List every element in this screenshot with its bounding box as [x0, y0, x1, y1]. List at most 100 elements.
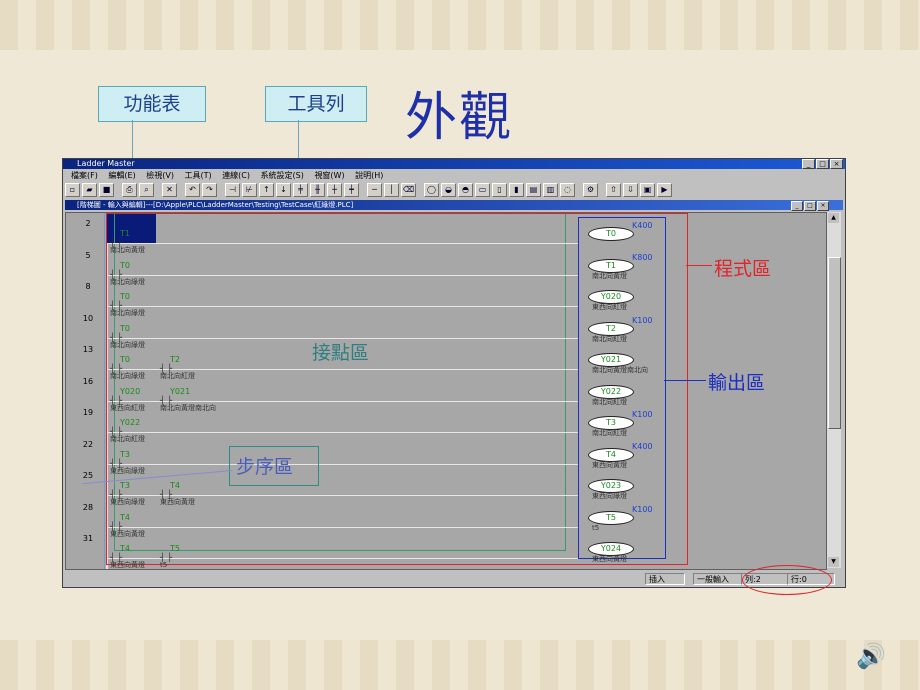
delete-icon[interactable]: ✕ — [162, 183, 177, 197]
redo-icon[interactable]: ↷ — [202, 183, 217, 197]
menu-help[interactable]: 說明(H) — [355, 171, 383, 180]
menu-settings[interactable]: 系統設定(S) — [261, 171, 304, 180]
run-icon[interactable]: ▶ — [657, 183, 672, 197]
ladder-contact[interactable]: Y020 ┤ ├ 東西向紅燈 — [110, 387, 145, 412]
ladder-contact[interactable]: Y021 ┤ ├ 南北向黃燈南北向 — [160, 387, 216, 412]
contact-comment: t5 — [160, 561, 168, 569]
coil-comment: 東西向綠燈 — [592, 492, 627, 500]
speaker-icon[interactable]: 🔊 — [856, 642, 886, 670]
ladder-contact[interactable]: T3 ┤ ├ 東西向綠燈 — [110, 481, 145, 506]
horizontal-line-icon[interactable]: ─ — [367, 183, 382, 197]
output-coil[interactable]: T5 — [588, 510, 634, 525]
output-coil[interactable]: T3 — [588, 416, 634, 430]
menu-bar: 檔案(F) 編輯(E) 檢視(V) 工具(T) 連線(C) 系統設定(S) 視窗… — [63, 170, 845, 181]
timer-constant: K100 — [632, 410, 653, 419]
status-mode: 插入 — [645, 573, 685, 585]
timer-icon[interactable]: ▯ — [492, 183, 507, 197]
ladder-contact[interactable]: T4 ┤ ├ 東西向黃燈 — [160, 481, 195, 506]
contact-comment: 東西向黃燈 — [110, 529, 145, 538]
top-decorative-border — [0, 0, 920, 50]
maximize-button[interactable]: □ — [816, 159, 829, 169]
ladder-contact[interactable]: T0 ┤ ├ 南北向綠燈 — [110, 324, 145, 349]
ladder-contact[interactable]: T0 ┤ ├ 南北向綠燈 — [110, 292, 145, 317]
ladder-contact[interactable]: T1 ┤ ├ 南北向黃燈 — [110, 229, 145, 254]
erase-line-icon[interactable]: ⌫ — [401, 183, 416, 197]
contact-device: T3 — [120, 449, 130, 459]
output-coil[interactable]: Y024 — [588, 542, 634, 556]
vertical-line-icon[interactable]: │ — [384, 183, 399, 197]
ladder-contact[interactable]: T3 ┤ ├ 東西向綠燈 — [110, 450, 145, 475]
compile-icon[interactable]: ⚙ — [583, 183, 598, 197]
contact-device: T3 — [120, 481, 130, 490]
ladder-contact[interactable]: T4 ┤ ├ 東西向黃燈 — [110, 544, 145, 569]
doc-close-button[interactable]: × — [817, 201, 829, 211]
parallel-fall-icon[interactable]: ┿ — [344, 183, 359, 197]
doc-minimize-button[interactable]: _ — [791, 201, 803, 211]
contact-rise-icon[interactable]: ↑ — [259, 183, 274, 197]
program-area-leader — [686, 265, 712, 266]
save-icon[interactable]: ■ — [99, 183, 114, 197]
parallel-no-icon[interactable]: ╪ — [293, 183, 308, 197]
ladder-contact[interactable]: T0 ┤ ├ 南北向綠燈 — [110, 355, 145, 380]
monitor-icon[interactable]: ▣ — [640, 183, 655, 197]
rung-line — [108, 463, 578, 465]
menu-edit[interactable]: 編輯(E) — [108, 171, 135, 180]
contact-comment: 南北向紅燈 — [160, 372, 195, 380]
move-icon[interactable]: ▥ — [543, 183, 558, 197]
coil-icon[interactable]: ◯ — [424, 183, 439, 197]
output-coil[interactable]: T0 — [588, 227, 634, 241]
menu-tools[interactable]: 工具(T) — [185, 171, 212, 180]
doc-maximize-button[interactable]: □ — [804, 201, 816, 211]
new-file-icon[interactable]: ▫ — [65, 183, 80, 197]
contact-comment: 東西向綠燈 — [110, 498, 145, 506]
contact-device: T4 — [120, 512, 130, 522]
menu-view[interactable]: 檢視(V) — [146, 171, 174, 180]
scroll-down-icon[interactable]: ▼ — [828, 557, 839, 567]
output-coil[interactable]: T2 — [588, 321, 634, 336]
menu-window[interactable]: 視窗(W) — [314, 171, 344, 180]
print-icon[interactable]: ⎙ — [122, 183, 137, 197]
output-coil[interactable]: T1 — [588, 258, 634, 273]
close-button[interactable]: × — [830, 159, 843, 169]
output-coil[interactable]: Y021 — [588, 353, 634, 367]
minimize-button[interactable]: _ — [802, 159, 815, 169]
scroll-thumb[interactable] — [828, 257, 841, 429]
contact-nc-icon[interactable]: ⊬ — [242, 183, 257, 197]
undo-icon[interactable]: ↶ — [185, 183, 200, 197]
output-coil[interactable]: Y022 — [588, 384, 634, 399]
function-block-icon[interactable]: ▭ — [475, 183, 490, 197]
menu-connect[interactable]: 連線(C) — [222, 171, 250, 180]
output-coil[interactable]: Y023 — [588, 479, 634, 493]
ladder-contact[interactable]: T0 ┤ ├ 南北向綠燈 — [110, 261, 145, 286]
ladder-contact[interactable]: T2 ┤ ├ 南北向紅燈 — [160, 355, 195, 380]
contact-no-icon[interactable]: ⊣ — [225, 183, 240, 197]
contact-device: T0 — [120, 292, 130, 301]
ladder-contact[interactable]: Y022 ┤ ├ 南北向紅燈 — [110, 418, 145, 443]
vertical-scrollbar[interactable]: ▲ ▼ — [827, 212, 841, 568]
ladder-contact[interactable]: T5 ┤ ├ t5 — [160, 544, 180, 569]
output-coil[interactable]: T4 — [588, 447, 634, 462]
coil-set-icon[interactable]: ◒ — [441, 183, 456, 197]
rung-line — [108, 274, 578, 276]
parallel-nc-icon[interactable]: ╫ — [310, 183, 325, 197]
contact-fall-icon[interactable]: ↓ — [276, 183, 291, 197]
status-highlight-ellipse — [742, 565, 832, 595]
counter-icon[interactable]: ▮ — [509, 183, 524, 197]
output-coil[interactable]: Y020 — [588, 290, 634, 304]
menu-file[interactable]: 檔案(F) — [71, 171, 98, 180]
parallel-rise-icon[interactable]: ┼ — [327, 183, 342, 197]
contact-comment: 東西向紅燈 — [110, 403, 145, 412]
rung-line — [108, 526, 578, 528]
compare-icon[interactable]: ▤ — [526, 183, 541, 197]
step-number: 13 — [82, 345, 94, 354]
coil-reset-icon[interactable]: ◓ — [458, 183, 473, 197]
upload-icon[interactable]: ⇧ — [606, 183, 621, 197]
scroll-up-icon[interactable]: ▲ — [828, 213, 839, 223]
contact-comment: 東西向綠燈 — [110, 466, 145, 475]
open-folder-icon[interactable]: ▰ — [82, 183, 97, 197]
download-icon[interactable]: ⇩ — [623, 183, 638, 197]
contact-device: T1 — [120, 229, 130, 238]
comment-icon[interactable]: ◌ — [560, 183, 575, 197]
find-icon[interactable]: ⌕ — [139, 183, 154, 197]
ladder-contact[interactable]: T4 ┤ ├ 東西向黃燈 — [110, 513, 145, 538]
